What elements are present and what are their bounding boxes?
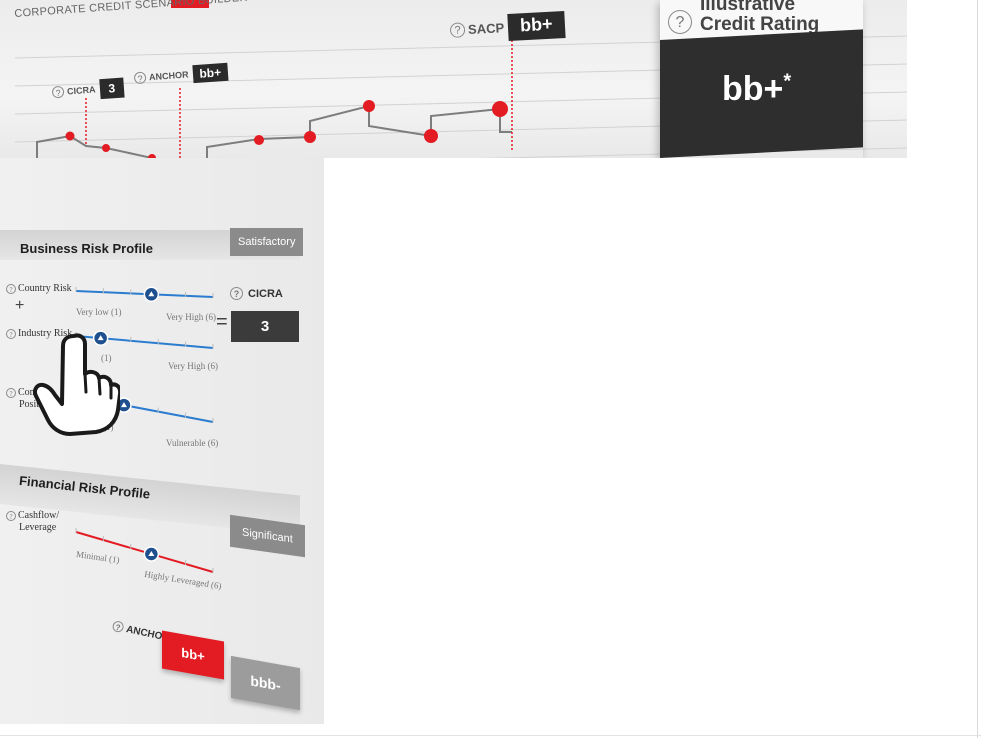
rating-value-text: bb+ [722,70,784,108]
rating-value-mark: * [783,70,792,93]
cicra-output-label-text: CICRA [248,288,283,300]
question-circle-icon[interactable]: ? [6,328,16,339]
industry-risk-high-label: Very High (6) [168,361,218,371]
question-circle-icon[interactable]: ? [668,10,692,34]
hand-pointer-icon [32,333,120,436]
question-circle-icon[interactable]: ? [6,283,16,294]
cicra-tag-label: CICRA [66,84,96,97]
cashflow-leverage-label-line1: Cashflow/ [18,510,60,521]
question-circle-icon[interactable]: ? [133,71,147,85]
question-circle-icon[interactable]: ? [449,22,466,38]
country-risk-high-label: Very High (6) [166,312,216,322]
risk-control-panel: Business Risk Profile Satisfactory ? Coun… [0,158,324,724]
country-risk-label-text: Country Risk [18,283,72,294]
sacp-tag-value: bb+ [507,11,566,41]
chart-points [65,100,508,158]
country-risk-label: ? Country Risk [6,283,72,295]
cicra-output-label: ? CICRA [230,287,283,300]
frame-right-border [977,0,978,738]
country-risk-low-label: Very low (1) [76,307,122,317]
chart-point [304,131,316,143]
plus-symbol: + [15,297,25,314]
chart-point [492,101,508,117]
question-circle-icon[interactable]: ? [51,85,65,99]
chart-point [424,129,438,143]
cicra-tag-value: 3 [98,77,125,100]
competitive-position-high-label: Vulnerable (6) [166,438,219,448]
question-circle-icon[interactable]: ? [111,620,125,634]
anchor-tag-value: bb+ [191,62,229,84]
chart-point [65,131,75,141]
anchor-tag-label: ANCHOR [148,69,189,83]
equals-symbol: = [216,311,228,333]
cicra-output-value: 3 [231,311,299,342]
chart-point [254,135,264,145]
rating-value: bb+* [722,70,791,109]
frame-bottom-border [0,735,981,736]
cashflow-leverage-label-line2: Leverage [19,522,57,533]
chart-point [363,100,375,112]
cashflow-leverage-label: ? Cashflow/Leverage [6,510,59,534]
chart-point [102,144,110,152]
illustrative-rating-card: ? Illustrative Credit Rating bb+* [660,0,863,158]
question-circle-icon[interactable]: ? [6,387,16,398]
question-circle-icon[interactable]: ? [6,510,16,521]
scenario-chart-area: CORPORATE CREDIT SCENARIO BUILDER ? CICR… [0,0,907,158]
sacp-tag-label: SACP [467,20,505,38]
question-circle-icon[interactable]: ? [230,287,243,300]
